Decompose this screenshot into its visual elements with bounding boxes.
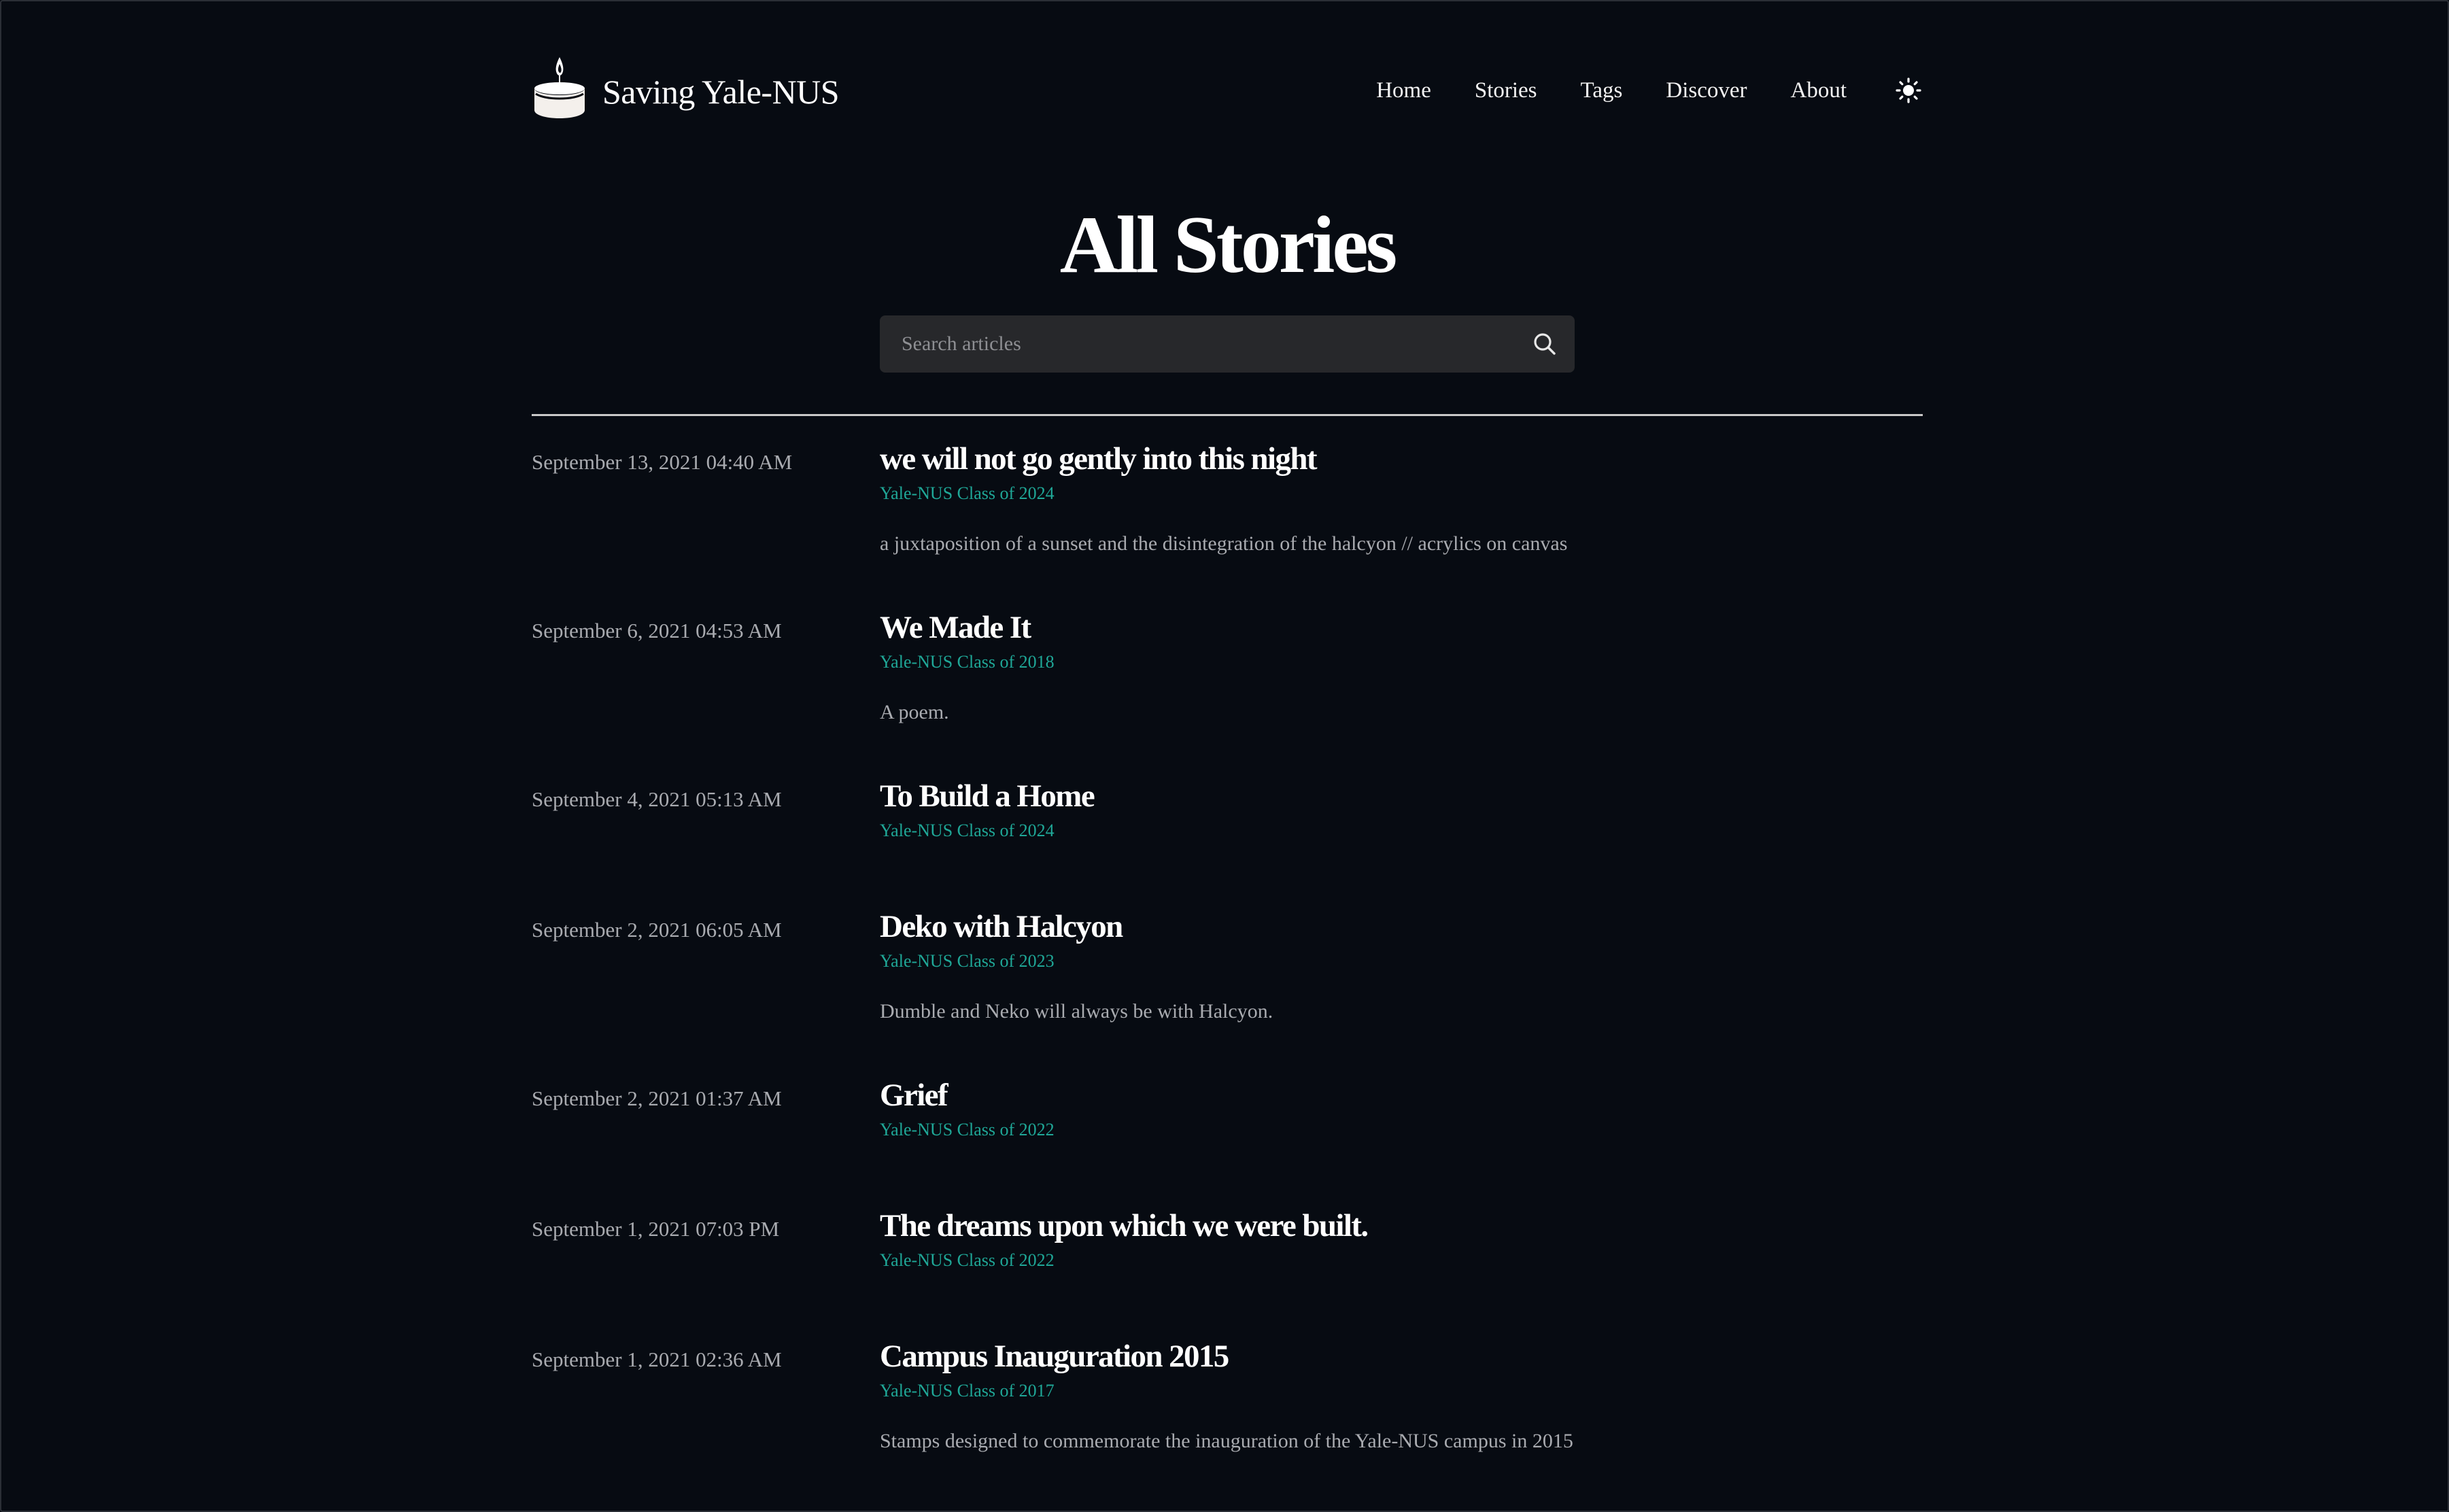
story-title-link[interactable]: Grief bbox=[880, 1080, 948, 1112]
story-author-link[interactable]: Yale-NUS Class of 2017 bbox=[880, 1382, 1055, 1400]
nav-home[interactable]: Home bbox=[1376, 79, 1431, 102]
story-date: September 1, 2021 02:36 AM bbox=[532, 1347, 782, 1371]
search-input[interactable] bbox=[880, 315, 1575, 373]
story-author-link[interactable]: Yale-NUS Class of 2022 bbox=[880, 1121, 1055, 1139]
story-date: September 4, 2021 05:13 AM bbox=[532, 787, 782, 811]
page-container: Saving Yale-NUS Home Stories Tags Discov… bbox=[532, 1, 1923, 1511]
browser-viewport: Saving Yale-NUS Home Stories Tags Discov… bbox=[0, 0, 2449, 1512]
story-title-link[interactable]: we will not go gently into this night bbox=[880, 443, 1318, 475]
story-title-link[interactable]: To Build a Home bbox=[880, 780, 1095, 812]
story-title-link[interactable]: Deko with Halcyon bbox=[880, 911, 1123, 943]
story-author-link[interactable]: Yale-NUS Class of 2023 bbox=[880, 952, 1055, 970]
story-body: Campus Inauguration 2015 Yale-NUS Class … bbox=[880, 1341, 1900, 1451]
section-divider bbox=[532, 414, 1923, 416]
nav-discover[interactable]: Discover bbox=[1666, 79, 1747, 102]
nav-about[interactable]: About bbox=[1791, 79, 1847, 102]
story-author-link[interactable]: Yale-NUS Class of 2024 bbox=[880, 485, 1055, 502]
search-bar bbox=[880, 315, 1575, 373]
story-date: September 2, 2021 06:05 AM bbox=[532, 918, 782, 942]
story-author-link[interactable]: Yale-NUS Class of 2018 bbox=[880, 653, 1055, 671]
story-title-link[interactable]: Campus Inauguration 2015 bbox=[880, 1341, 1229, 1373]
theme-toggle-button[interactable] bbox=[1894, 76, 1923, 105]
story-title-link[interactable]: The dreams upon which we were built. bbox=[880, 1210, 1369, 1242]
nav-tags[interactable]: Tags bbox=[1581, 79, 1623, 102]
brand-link[interactable]: Saving Yale-NUS bbox=[532, 54, 840, 120]
sun-icon bbox=[1896, 78, 1921, 103]
story-body: To Build a Home Yale-NUS Class of 2024 bbox=[880, 780, 1900, 840]
main-nav: Home Stories Tags Discover About bbox=[1376, 76, 1923, 105]
story-body: We Made It Yale-NUS Class of 2018 A poem… bbox=[880, 612, 1900, 723]
site-header: Saving Yale-NUS Home Stories Tags Discov… bbox=[532, 50, 1923, 132]
site-title: Saving Yale-NUS bbox=[602, 73, 840, 111]
story-date: September 13, 2021 04:40 AM bbox=[532, 450, 793, 474]
page-title: All Stories bbox=[1059, 199, 1398, 290]
story-excerpt: A poem. bbox=[880, 701, 949, 723]
story-body: we will not go gently into this night Ya… bbox=[880, 443, 1900, 554]
story-excerpt: Stamps designed to commemorate the inaug… bbox=[880, 1430, 1573, 1452]
nav-stories[interactable]: Stories bbox=[1475, 79, 1537, 102]
story-body: The dreams upon which we were built. Yal… bbox=[880, 1210, 1900, 1269]
story-date: September 6, 2021 04:53 AM bbox=[532, 619, 782, 642]
story-body: Deko with Halcyon Yale-NUS Class of 2023… bbox=[880, 911, 1900, 1022]
story-excerpt: a juxtaposition of a sunset and the disi… bbox=[880, 532, 1568, 555]
story-date: September 2, 2021 01:37 AM bbox=[532, 1086, 782, 1110]
story-body: Grief Yale-NUS Class of 2022 bbox=[880, 1080, 1900, 1139]
story-title-link[interactable]: We Made It bbox=[880, 612, 1031, 644]
search-icon[interactable] bbox=[1531, 330, 1558, 358]
candle-icon bbox=[534, 57, 585, 118]
story-author-link[interactable]: Yale-NUS Class of 2022 bbox=[880, 1252, 1055, 1269]
story-excerpt: Dumble and Neko will always be with Halc… bbox=[880, 1000, 1273, 1023]
story-author-link[interactable]: Yale-NUS Class of 2024 bbox=[880, 822, 1055, 840]
story-date: September 1, 2021 07:03 PM bbox=[532, 1217, 780, 1241]
